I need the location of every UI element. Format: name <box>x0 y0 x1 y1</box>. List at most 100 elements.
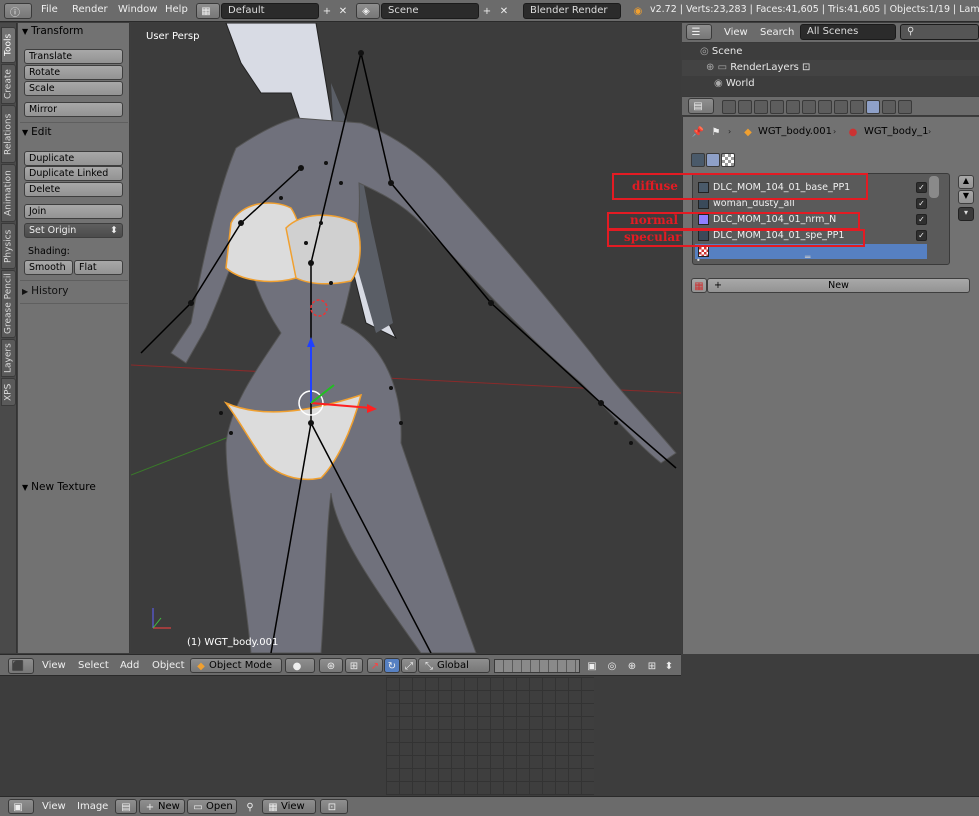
transform-panel-header[interactable]: ▼ Transform <box>22 25 83 37</box>
menu-select[interactable]: Select <box>78 660 109 671</box>
history-panel-header[interactable]: ▶ History <box>22 285 69 297</box>
flat-button[interactable]: Flat <box>74 260 123 275</box>
tab-xps[interactable]: XPS <box>1 378 16 406</box>
tab-create[interactable]: Create <box>1 64 16 104</box>
mode-select[interactable]: ◆ Object Mode <box>190 658 282 673</box>
outliner-row-scene[interactable]: ◎ Scene <box>682 44 979 60</box>
world-texture-icon[interactable] <box>691 153 705 167</box>
scene-selector-button[interactable]: ◈ <box>356 3 380 19</box>
layout-selector-button[interactable]: ▦ <box>196 3 220 19</box>
material-texture-icon[interactable] <box>706 153 720 167</box>
editor-type-button[interactable]: ⓘ <box>4 3 32 19</box>
translate-button[interactable]: Translate <box>24 49 123 64</box>
pin-image-icon[interactable]: ⚲ <box>243 800 257 814</box>
render-icon[interactable]: ◎ <box>605 659 619 673</box>
mirror-button[interactable]: Mirror <box>24 102 123 117</box>
add-layout-icon[interactable]: + <box>320 4 334 18</box>
outliner-row-renderlayers[interactable]: ⊕ ▭ RenderLayers ⊡ <box>682 60 979 76</box>
outliner-filter-select[interactable]: All Scenes <box>800 24 896 40</box>
delete-button[interactable]: Delete <box>24 182 123 197</box>
pivot-select[interactable]: ⊛ <box>319 658 343 673</box>
menu-help[interactable]: Help <box>165 4 188 15</box>
scene-name-field[interactable]: Scene <box>381 3 479 19</box>
render-tab-icon[interactable] <box>722 100 736 114</box>
slot-enabled-checkbox[interactable]: ✓ <box>916 230 927 241</box>
other-texture-icon[interactable] <box>721 153 735 167</box>
smooth-button[interactable]: Smooth <box>24 260 73 275</box>
menu-image[interactable]: Image <box>77 801 108 812</box>
list-resize-handle[interactable]: ═ <box>805 253 810 263</box>
duplicate-button[interactable]: Duplicate <box>24 151 123 166</box>
modifiers-tab-icon[interactable] <box>818 100 832 114</box>
image-editor[interactable] <box>0 677 979 795</box>
new-texture-button[interactable]: + New <box>707 278 970 293</box>
rotate-button[interactable]: Rotate <box>24 65 123 80</box>
scene-tab-icon[interactable] <box>754 100 768 114</box>
editor-type-button[interactable]: ▤ <box>688 98 714 114</box>
pivot-select[interactable]: ⊡ <box>320 799 348 814</box>
edit-panel-header[interactable]: ▼ Edit <box>22 126 52 138</box>
open-image-button[interactable]: ▭ Open <box>187 799 237 814</box>
editor-type-button[interactable]: ⬛ <box>8 658 34 674</box>
join-button[interactable]: Join <box>24 204 123 219</box>
pin-icon[interactable]: 📌 <box>691 125 705 139</box>
3d-viewport[interactable]: User Persp (1) WGT_body.001 <box>131 23 681 653</box>
orientation-select[interactable]: ⤡ Global <box>418 658 490 673</box>
texture-tab-icon[interactable] <box>866 100 880 114</box>
slot-enabled-checkbox[interactable]: ✓ <box>916 182 927 193</box>
snap-target-icon[interactable]: ⊞ <box>645 659 659 673</box>
set-origin-dropdown[interactable]: Set Origin ⬍ <box>24 223 123 238</box>
tab-layers[interactable]: Layers <box>1 339 16 377</box>
data-tab-icon[interactable] <box>834 100 848 114</box>
rotate-manipulator-toggle[interactable]: ↻ <box>384 658 400 673</box>
move-slot-down-button[interactable]: ▼ <box>958 190 974 204</box>
view-mode-select[interactable]: ▦ View <box>262 799 316 814</box>
image-browse-button[interactable]: ▤ <box>115 799 137 814</box>
layer-buttons[interactable] <box>494 659 580 673</box>
translate-manipulator-toggle[interactable]: ↗ <box>367 658 383 673</box>
texture-browse-button[interactable]: ▦ <box>691 278 707 293</box>
render-layers-tab-icon[interactable] <box>738 100 752 114</box>
particles-tab-icon[interactable] <box>882 100 896 114</box>
menu-view[interactable]: View <box>42 801 66 812</box>
camera-toggle-icon[interactable]: ⊡ <box>802 60 810 76</box>
layout-name-field[interactable]: Default <box>221 3 319 19</box>
world-tab-icon[interactable] <box>770 100 784 114</box>
tab-physics[interactable]: Physics <box>1 223 16 269</box>
material-tab-icon[interactable] <box>850 100 864 114</box>
list-scrollbar[interactable] <box>929 176 939 198</box>
remove-scene-icon[interactable]: ✕ <box>497 4 511 18</box>
snap-icon[interactable]: ⊕ <box>625 659 639 673</box>
menu-window[interactable]: Window <box>118 4 157 15</box>
scale-manipulator-toggle[interactable]: ⤢ <box>401 658 417 673</box>
menu-add[interactable]: Add <box>120 660 139 671</box>
tab-grease-pencil[interactable]: Grease Pencil <box>1 270 16 338</box>
add-scene-icon[interactable]: + <box>480 4 494 18</box>
scale-button[interactable]: Scale <box>24 81 123 96</box>
new-texture-panel-header[interactable]: ▼ New Texture <box>22 481 96 493</box>
viewport-shading-select[interactable]: ● <box>285 658 315 673</box>
menu-object[interactable]: Object <box>152 660 185 671</box>
proportional-edit-icon[interactable]: ⬍ <box>662 659 676 673</box>
manipulator-toggle[interactable]: ⊞ <box>345 658 363 673</box>
new-image-button[interactable]: + New <box>139 799 185 814</box>
layers-lock-icon[interactable]: ▣ <box>585 659 599 673</box>
menu-view[interactable]: View <box>42 660 66 671</box>
tab-relations[interactable]: Relations <box>1 105 16 163</box>
outliner-search-input[interactable]: ⚲ <box>900 24 979 40</box>
tab-animation[interactable]: Animation <box>1 164 16 222</box>
duplicate-linked-button[interactable]: Duplicate Linked <box>24 166 123 181</box>
physics-tab-icon[interactable] <box>898 100 912 114</box>
render-engine-select[interactable]: Blender Render <box>523 3 621 19</box>
menu-render[interactable]: Render <box>72 4 108 15</box>
move-slot-up-button[interactable]: ▲ <box>958 175 974 189</box>
tab-tools[interactable]: Tools <box>1 27 16 63</box>
editor-type-button[interactable]: ▣ <box>8 799 34 814</box>
slot-enabled-checkbox[interactable]: ✓ <box>916 214 927 225</box>
outliner-row-world[interactable]: ◉ World <box>682 76 979 92</box>
menu-file[interactable]: File <box>41 4 58 15</box>
menu-view[interactable]: View <box>724 27 748 38</box>
slot-enabled-checkbox[interactable]: ✓ <box>916 198 927 209</box>
constraints-tab-icon[interactable] <box>802 100 816 114</box>
editor-type-button[interactable]: ☰ <box>686 24 712 40</box>
